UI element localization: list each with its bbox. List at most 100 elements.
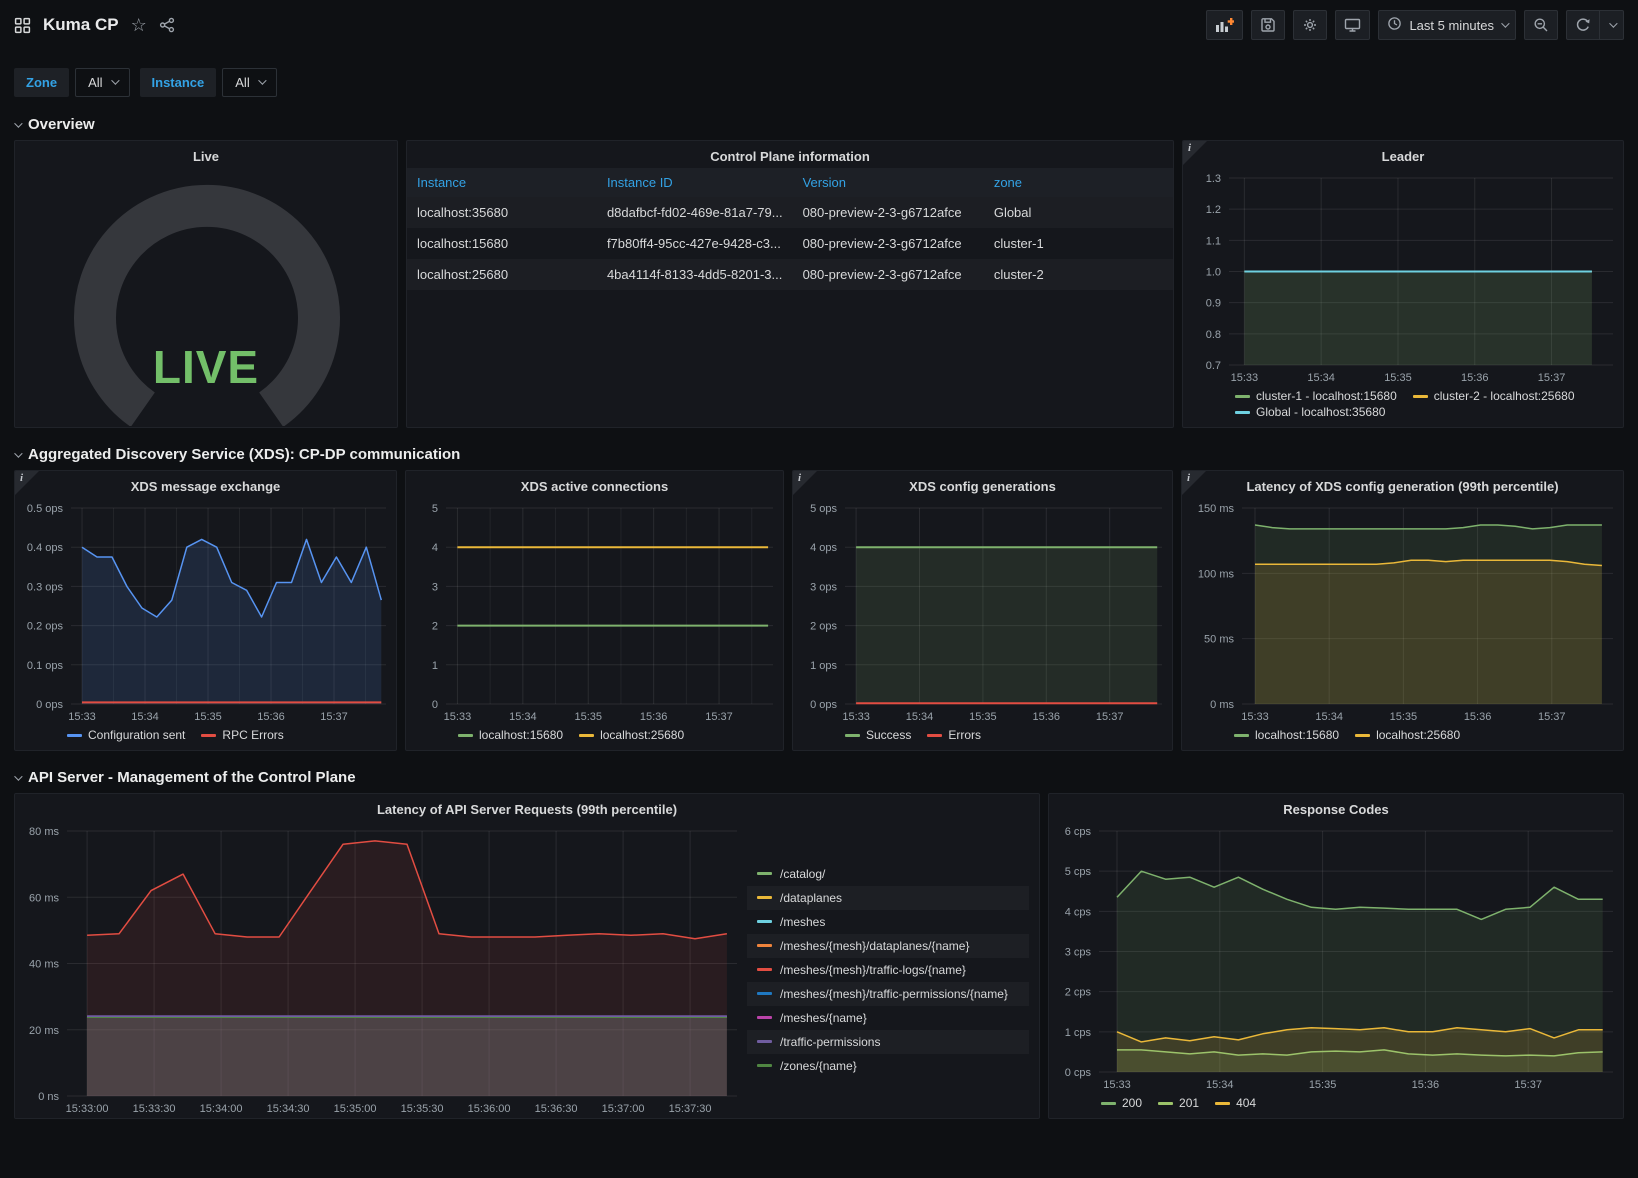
api-latency-chart[interactable]: 15:33:0015:33:3015:34:0015:34:3015:35:00… [15,821,747,1118]
refresh-button[interactable] [1566,10,1600,40]
xds-active-connections-chart[interactable]: 15:3315:3415:3515:3615:37543210 [406,498,783,726]
time-range-picker[interactable]: Last 5 minutes [1378,10,1516,40]
legend-item[interactable]: /meshes/{name} [747,1006,1029,1030]
save-dashboard-button[interactable] [1251,10,1285,40]
xds-config-generations-chart[interactable]: 15:3315:3415:3515:3615:375 ops4 ops3 ops… [793,498,1172,726]
svg-text:15:34:00: 15:34:00 [200,1103,243,1115]
svg-text:15:35: 15:35 [194,711,222,723]
legend-label: Global - localhost:35680 [1256,405,1385,419]
instance-filter-dropdown[interactable]: All [222,68,276,97]
live-gauge-value: LIVE [15,340,397,394]
svg-text:15:34:30: 15:34:30 [267,1103,310,1115]
svg-text:1.2: 1.2 [1206,204,1221,216]
series-color-dash [757,1040,772,1043]
svg-text:15:37: 15:37 [1096,711,1124,723]
panel-title[interactable]: Latency of XDS config generation (99th p… [1182,471,1623,498]
legend-item[interactable]: Configuration sent [67,728,185,742]
svg-text:15:34: 15:34 [1206,1079,1234,1091]
legend-item[interactable]: /traffic-permissions [747,1030,1029,1054]
legend-item[interactable]: 201 [1158,1096,1199,1110]
legend-item[interactable]: /catalog/ [747,862,1029,886]
svg-text:15:33: 15:33 [1231,372,1259,384]
svg-text:0 ns: 0 ns [38,1091,59,1103]
series-color-dash [845,734,860,737]
add-panel-button[interactable] [1206,10,1243,40]
legend-item[interactable]: localhost:25680 [1355,728,1460,742]
table-cell: cluster-1 [984,228,1173,259]
legend-item[interactable]: /zones/{name} [747,1054,1029,1078]
zone-filter-label: Zone [14,68,69,97]
legend-item[interactable]: /meshes [747,910,1029,934]
section-api-server[interactable]: API Server - Management of the Control P… [0,769,1638,786]
svg-text:0 ops: 0 ops [810,699,837,711]
panel-xds-config-generations: XDS config generations 15:3315:3415:3515… [792,470,1173,751]
clock-icon [1387,16,1402,34]
legend-item[interactable]: localhost:15680 [458,728,563,742]
table-cell: localhost:35680 [407,197,597,228]
svg-text:0 ms: 0 ms [1210,699,1234,711]
section-xds[interactable]: Aggregated Discovery Service (XDS): CP-D… [0,446,1638,463]
legend-item[interactable]: /dataplanes [747,886,1029,910]
legend-item[interactable]: cluster-2 - localhost:25680 [1413,389,1575,403]
section-overview[interactable]: Overview [0,116,1638,133]
tv-mode-button[interactable] [1335,10,1370,40]
legend-item[interactable]: Global - localhost:35680 [1235,405,1385,419]
info-icon[interactable] [15,471,39,495]
xds-latency-chart[interactable]: 15:3315:3415:3515:3615:37150 ms100 ms50 … [1182,498,1623,726]
panel-title[interactable]: XDS config generations [793,471,1172,498]
legend-item[interactable]: /meshes/{mesh}/traffic-logs/{name} [747,958,1029,982]
table-cell: 080-preview-2-3-g6712afce [793,259,984,290]
series-color-dash [757,1064,772,1067]
settings-gear-button[interactable] [1293,10,1327,40]
refresh-interval-button[interactable] [1600,10,1624,40]
panel-title[interactable]: Control Plane information [407,141,1173,168]
leader-chart[interactable]: 15:3315:3415:3515:3615:371.31.21.11.00.9… [1183,168,1623,387]
legend-label: /traffic-permissions [780,1035,880,1049]
svg-text:1: 1 [432,660,438,672]
apps-grid-icon[interactable] [14,17,31,34]
share-icon[interactable] [159,17,175,33]
star-icon[interactable]: ☆ [131,15,147,36]
info-icon[interactable] [1182,471,1206,495]
panel-title[interactable]: Live [15,141,397,168]
legend-item[interactable]: Success [845,728,911,742]
svg-text:15:34: 15:34 [906,711,934,723]
column-header[interactable]: Instance [407,168,597,197]
legend-label: cluster-2 - localhost:25680 [1434,389,1575,403]
legend-item[interactable]: cluster-1 - localhost:15680 [1235,389,1397,403]
dashboard-header: Kuma CP ☆ [0,0,1638,50]
column-header[interactable]: zone [984,168,1173,197]
table-cell: Global [984,197,1173,228]
legend-label: /meshes/{name} [780,1011,867,1025]
legend-item[interactable]: RPC Errors [201,728,283,742]
dashboard-title[interactable]: Kuma CP [43,15,119,35]
svg-text:150 ms: 150 ms [1198,503,1235,515]
info-icon[interactable] [1183,141,1207,165]
panel-title[interactable]: XDS message exchange [15,471,396,498]
legend-item[interactable]: localhost:15680 [1234,728,1339,742]
svg-text:15:36:00: 15:36:00 [468,1103,511,1115]
legend-item[interactable]: Errors [927,728,981,742]
svg-text:0.7: 0.7 [1206,360,1221,372]
legend-item[interactable]: /meshes/{mesh}/traffic-permissions/{name… [747,982,1029,1006]
svg-text:0.8: 0.8 [1206,329,1221,341]
xds-message-exchange-chart[interactable]: 15:3315:3415:3515:3615:370.5 ops0.4 ops0… [15,498,396,726]
legend-item[interactable]: 404 [1215,1096,1256,1110]
legend-item[interactable]: /meshes/{mesh}/dataplanes/{name} [747,934,1029,958]
response-codes-chart[interactable]: 15:3315:3415:3515:3615:376 cps5 cps4 cps… [1049,821,1623,1094]
info-icon[interactable] [793,471,817,495]
legend-item[interactable]: localhost:25680 [579,728,684,742]
column-header[interactable]: Version [793,168,984,197]
column-header[interactable]: Instance ID [597,168,793,197]
series-color-dash [1235,395,1250,398]
legend-label: localhost:15680 [479,728,563,742]
zoom-out-button[interactable] [1524,10,1558,40]
legend-label: /meshes/{mesh}/traffic-logs/{name} [780,963,966,977]
panel-title[interactable]: Latency of API Server Requests (99th per… [15,794,1039,821]
panel-title[interactable]: XDS active connections [406,471,783,498]
zone-filter-dropdown[interactable]: All [75,68,129,97]
legend-item[interactable]: 200 [1101,1096,1142,1110]
panel-title[interactable]: Response Codes [1049,794,1623,821]
panel-title[interactable]: Leader [1183,141,1623,168]
legend-label: /dataplanes [780,891,842,905]
